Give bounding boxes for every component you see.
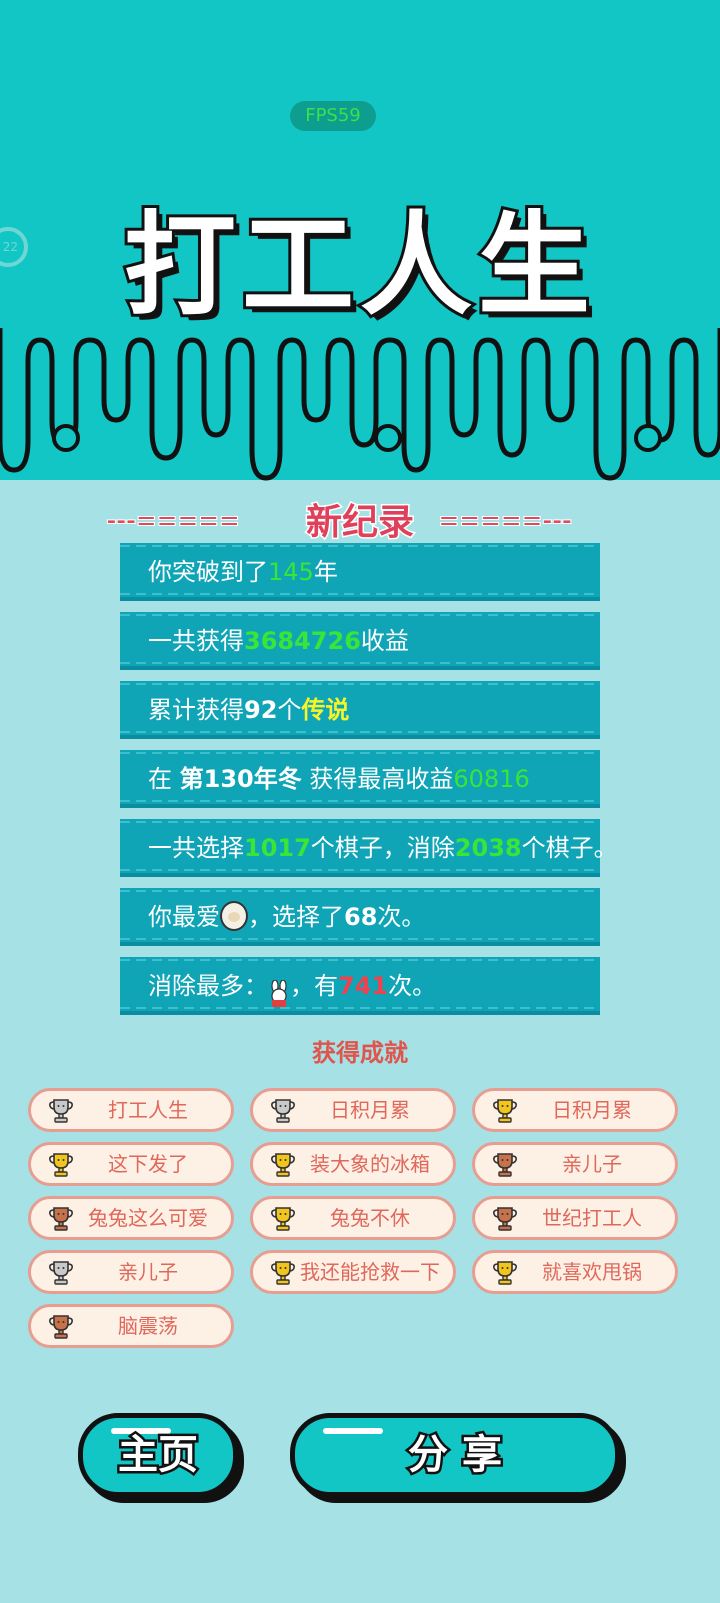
stat-label: 在 <box>148 765 180 793</box>
trophy-icon <box>47 1151 75 1179</box>
stat-years: 你突破到了145年 <box>120 543 600 601</box>
stat-tag: 传说 <box>301 696 350 724</box>
achievement-badge[interactable]: 就喜欢甩锅 <box>472 1250 678 1294</box>
stat-suffix: 收益 <box>360 627 409 655</box>
stat-suffix: 个棋子。 <box>521 834 618 862</box>
achievement-label: 这下发了 <box>108 1152 188 1176</box>
trophy-icon <box>491 1151 519 1179</box>
achievement-badge[interactable]: 兔兔不休 <box>250 1196 456 1240</box>
fps-counter: FPS59 <box>290 101 376 131</box>
stat-label: 累计获得 <box>148 696 244 724</box>
achievement-badge[interactable]: 脑震荡 <box>28 1304 234 1348</box>
stat-label: 消除最多： <box>148 972 268 1000</box>
trophy-icon <box>491 1097 519 1125</box>
achievement-label: 亲儿子 <box>562 1152 622 1176</box>
stat-value: 145 <box>268 558 314 586</box>
achievement-label: 亲儿子 <box>118 1260 178 1284</box>
stat-value: 3684726 <box>244 627 361 655</box>
sheep-icon <box>220 901 248 931</box>
stat-label: 一共获得 <box>148 627 244 655</box>
stat-season: 第130年冬 <box>179 765 302 793</box>
stat-favorite: 你最爱 ，选择了68次。 <box>120 888 600 946</box>
achievement-badge[interactable]: 世纪打工人 <box>472 1196 678 1240</box>
achievement-badge[interactable]: 日积月累 <box>250 1088 456 1132</box>
stat-mid: ，有 <box>290 972 338 1000</box>
stat-label: 你突破到了 <box>148 558 268 586</box>
stat-unit: 个 <box>277 696 302 724</box>
trophy-icon <box>47 1205 75 1233</box>
home-button[interactable]: 主页 <box>78 1413 238 1497</box>
trophy-icon <box>491 1205 519 1233</box>
home-button-label: 主页 <box>116 1430 201 1481</box>
trophy-icon <box>47 1259 75 1287</box>
stat-value: 741 <box>338 972 389 1000</box>
achievement-label: 装大象的冰箱 <box>310 1152 430 1176</box>
achievement-badge[interactable]: 亲儿子 <box>28 1250 234 1294</box>
stat-value: 92 <box>244 696 278 724</box>
achievement-badge[interactable]: 我还能抢救一下 <box>250 1250 456 1294</box>
trophy-icon <box>47 1097 75 1125</box>
achievement-badge[interactable]: 亲儿子 <box>472 1142 678 1186</box>
stat-suffix: 次。 <box>377 903 426 931</box>
achievement-badge[interactable]: 兔兔这么可爱 <box>28 1196 234 1240</box>
share-button-label: 分 享 <box>406 1430 505 1481</box>
achievement-badge[interactable]: 装大象的冰箱 <box>250 1142 456 1186</box>
achievement-badge[interactable]: 日积月累 <box>472 1088 678 1132</box>
stat-label: 一共选择 <box>148 834 244 862</box>
share-button[interactable]: 分 享 <box>290 1413 620 1497</box>
stat-most-removed: 消除最多： ，有741次。 <box>120 957 600 1015</box>
trophy-icon <box>269 1205 297 1233</box>
achievement-label: 打工人生 <box>108 1098 188 1122</box>
stat-value-chosen: 1017 <box>244 834 311 862</box>
game-title: 打工人生 <box>121 198 596 334</box>
stat-value-removed: 2038 <box>454 834 522 862</box>
achievement-label: 脑震荡 <box>118 1314 178 1338</box>
stat-value: 60816 <box>453 765 530 793</box>
stat-mid: 个棋子，消除 <box>310 834 455 862</box>
achievement-badge[interactable]: 打工人生 <box>28 1088 234 1132</box>
trophy-icon <box>491 1259 519 1287</box>
stat-value: 68 <box>344 903 378 931</box>
stat-label: 你最爱 <box>148 903 220 931</box>
achievement-label: 兔兔这么可爱 <box>88 1206 208 1230</box>
achievements-title: 获得成就 <box>312 1039 408 1067</box>
drip-decoration <box>0 320 720 481</box>
trophy-icon <box>47 1313 75 1341</box>
stat-best: 在 第130年冬 获得最高收益60816 <box>120 750 600 808</box>
stat-suffix: 次。 <box>388 972 437 1000</box>
trophy-icon <box>269 1097 297 1125</box>
stat-mid: ，选择了 <box>248 903 344 931</box>
achievement-label: 日积月累 <box>552 1098 632 1122</box>
achievement-label: 就喜欢甩锅 <box>542 1260 642 1284</box>
rabbit-icon <box>268 971 290 1007</box>
achievement-badge[interactable]: 这下发了 <box>28 1142 234 1186</box>
trophy-icon <box>269 1151 297 1179</box>
trophy-icon <box>269 1259 297 1287</box>
stat-suffix: 年 <box>313 558 338 586</box>
achievement-label: 日积月累 <box>330 1098 410 1122</box>
record-dash-left: ---===== <box>105 506 240 536</box>
record-title: 新纪录 <box>304 501 415 545</box>
achievement-label: 我还能抢救一下 <box>300 1260 440 1284</box>
achievement-label: 世纪打工人 <box>542 1206 642 1230</box>
record-dash-right: =====--- <box>437 506 572 536</box>
stat-mid: 获得最高收益 <box>301 765 454 793</box>
stat-pieces: 一共选择1017个棋子，消除2038个棋子。 <box>120 819 618 877</box>
stat-income: 一共获得3684726收益 <box>120 612 600 670</box>
achievement-label: 兔兔不休 <box>330 1206 410 1230</box>
stat-legend: 累计获得92个传说 <box>120 681 600 739</box>
